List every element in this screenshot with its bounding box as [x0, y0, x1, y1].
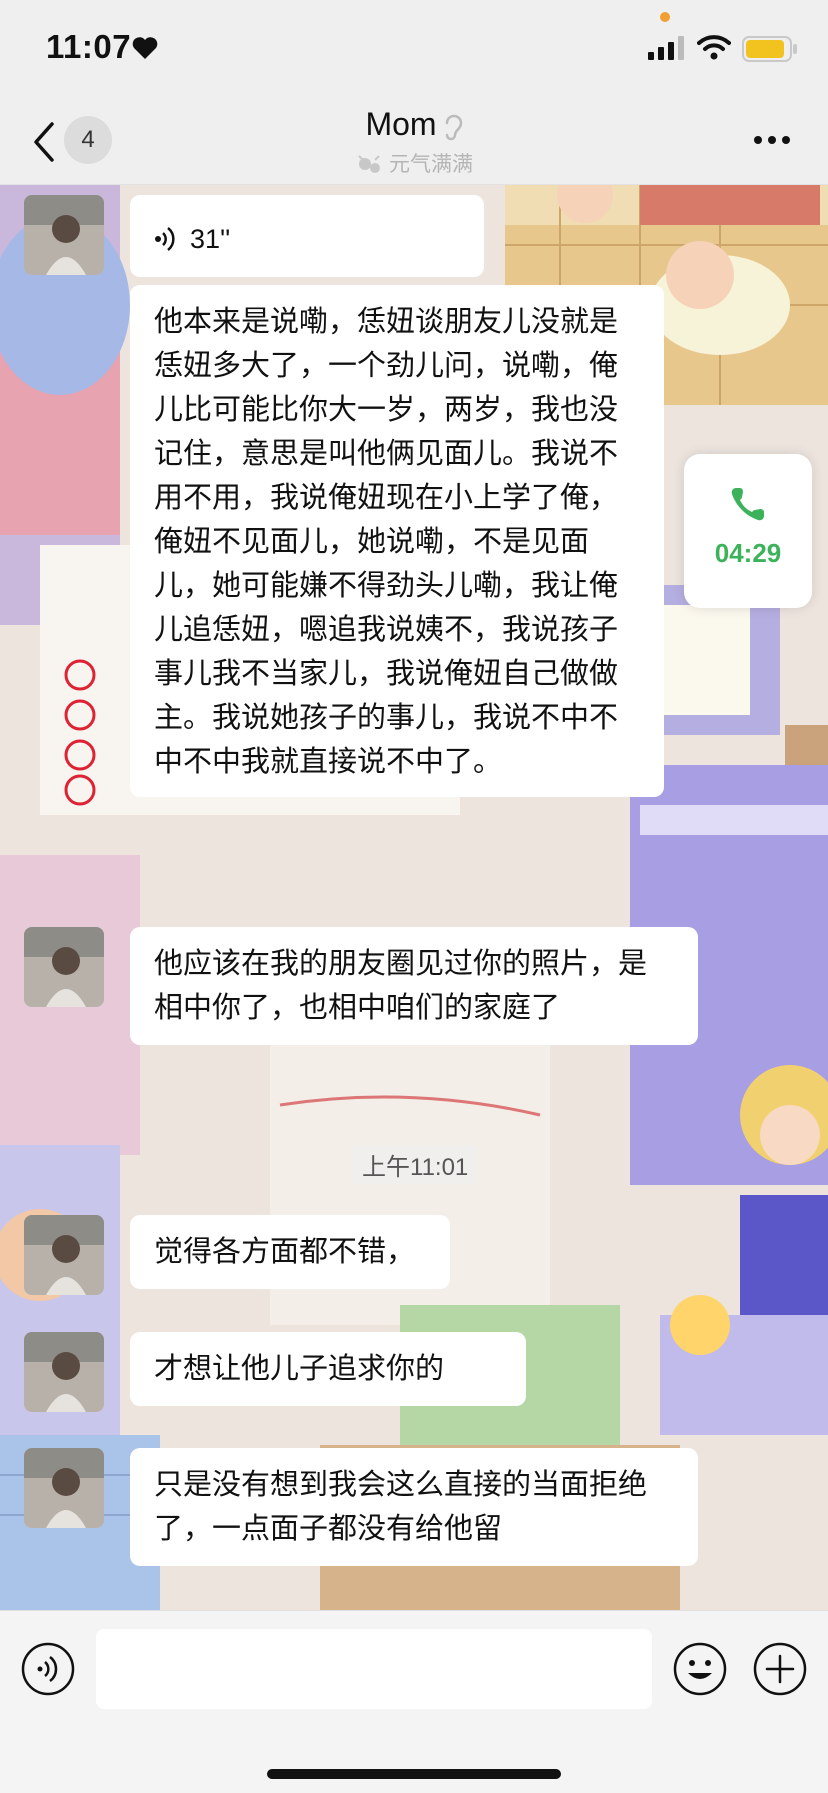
earpiece-mode-icon — [445, 114, 462, 140]
avatar-image — [24, 1332, 104, 1412]
avatar[interactable] — [24, 1448, 104, 1528]
contact-name: Mom — [365, 106, 437, 142]
status-time: 11:07 — [46, 28, 132, 65]
message-text: 他应该在我的朋友圈见过你的照片，是相中你了，也相中咱们的家庭了 — [154, 946, 648, 1024]
ongoing-call-widget[interactable]: 04:29 — [684, 454, 812, 608]
avatar[interactable] — [24, 195, 104, 275]
status-bar: 11:07 — [0, 0, 828, 100]
message-text-input[interactable] — [96, 1629, 652, 1709]
status-text: 元气满满 — [389, 152, 473, 176]
status-line: 元气满满 — [0, 148, 828, 178]
text-message[interactable]: 只是没有想到我会这么直接的当面拒绝了，一点面子都没有给他留 — [130, 1448, 698, 1566]
avatar[interactable] — [24, 1215, 104, 1295]
avatar-image — [24, 195, 104, 275]
text-message[interactable]: 觉得各方面都不错， — [130, 1215, 450, 1289]
signal-icon — [648, 36, 684, 60]
chat-timestamp: 上午11:01 — [352, 1145, 479, 1184]
message-text: 觉得各方面都不错， — [154, 1234, 416, 1268]
heart-icon — [132, 37, 158, 59]
phone-icon — [731, 488, 764, 521]
battery-icon — [742, 36, 797, 62]
message-text: 才想让他儿子追求你的 — [154, 1351, 445, 1385]
voice-input-icon[interactable] — [20, 1641, 76, 1697]
avatar-image — [24, 1448, 104, 1528]
chat-area[interactable]: 31'' 他本来是说嘞，恁妞谈朋友儿没就是恁妞多大了，一个劲儿问，说嘞，俺儿比可… — [0, 185, 828, 1610]
avatar-image — [24, 1215, 104, 1295]
chat-title: Mom — [0, 106, 828, 143]
message-text: 他本来是说嘞，恁妞谈朋友儿没就是恁妞多大了，一个劲儿问，说嘞，俺儿比可能比你大一… — [154, 304, 619, 778]
home-indicator[interactable] — [267, 1769, 561, 1779]
avatar[interactable] — [24, 927, 104, 1007]
message-input-bar — [0, 1610, 828, 1793]
voice-duration: 31'' — [190, 224, 231, 254]
voice-message[interactable]: 31'' — [130, 195, 484, 277]
message-text: 只是没有想到我会这么直接的当面拒绝了，一点面子都没有给他留 — [154, 1467, 648, 1545]
voice-wave-icon — [155, 227, 175, 251]
status-deco-icon — [358, 155, 380, 173]
privacy-indicator-dot — [660, 12, 670, 22]
avatar[interactable] — [24, 1332, 104, 1412]
more-icon[interactable] — [752, 134, 792, 146]
text-message[interactable]: 他本来是说嘞，恁妞谈朋友儿没就是恁妞多大了，一个劲儿问，说嘞，俺儿比可能比你大一… — [130, 285, 664, 797]
chat-header: 4 Mom 元气满满 — [0, 100, 828, 185]
wifi-icon — [697, 35, 731, 60]
plus-icon[interactable] — [752, 1641, 808, 1697]
emoji-icon[interactable] — [672, 1641, 728, 1697]
text-message[interactable]: 才想让他儿子追求你的 — [130, 1332, 526, 1406]
avatar-image — [24, 927, 104, 1007]
text-message[interactable]: 他应该在我的朋友圈见过你的照片，是相中你了，也相中咱们的家庭了 — [130, 927, 698, 1045]
call-duration: 04:29 — [714, 538, 782, 568]
